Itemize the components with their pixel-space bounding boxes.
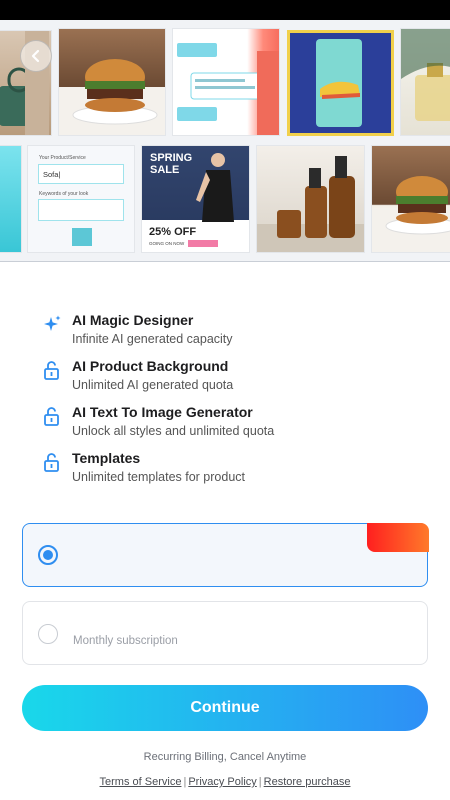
sale-cta-shape <box>188 240 218 247</box>
perfume-image <box>401 29 450 121</box>
footer-links: Terms of Service | Privacy Policy | Restore … <box>0 776 450 788</box>
privacy-link[interactable]: Privacy Policy <box>188 776 256 788</box>
model-figure <box>196 153 234 222</box>
continue-button[interactable]: Continue <box>22 685 428 731</box>
plan-option-monthly[interactable]: Monthly subscription <box>22 601 428 665</box>
template-tile-chat[interactable] <box>172 28 280 136</box>
template-tile-shoe-promo[interactable] <box>287 30 394 136</box>
template-tile-spring-sale[interactable]: SPRING SALE 25% OFF GOING ON NOW <box>141 145 250 253</box>
template-tile-amber-bottles[interactable] <box>256 145 365 253</box>
template-tile-burger-2[interactable] <box>371 145 450 253</box>
link-separator: | <box>258 776 262 788</box>
form-keywords-input <box>38 199 124 221</box>
feature-subtitle: Unlimited AI generated quota <box>72 378 234 392</box>
feature-item: AI Magic Designer Infinite AI generated … <box>42 312 422 354</box>
sale-discount: 25% OFF <box>149 226 197 238</box>
sparkle-icon <box>44 315 61 331</box>
form-upload-icon <box>72 228 92 246</box>
burger-image <box>59 59 165 135</box>
template-gallery[interactable]: Your Product/Service Sofa| Keywords of y… <box>0 20 450 262</box>
plan-badge <box>366 522 429 552</box>
sale-line2: SALE <box>150 164 180 176</box>
chat-image <box>177 43 279 135</box>
status-bar <box>0 0 450 20</box>
radio-selected[interactable] <box>38 545 58 565</box>
billing-note: Recurring Billing, Cancel Anytime <box>143 751 307 763</box>
plan-monthly-label: Monthly subscription <box>73 635 178 647</box>
feature-title: AI Magic Designer <box>72 312 194 328</box>
sale-tagline: GOING ON NOW <box>149 241 185 246</box>
feature-title: AI Text To Image Generator <box>72 404 253 420</box>
amber-bottles-image <box>257 156 364 252</box>
radio-unselected[interactable] <box>38 624 58 644</box>
template-tile-perfume[interactable] <box>400 28 450 136</box>
unlock-icon <box>44 407 59 426</box>
unlock-icon <box>44 361 59 380</box>
plan-option-selected[interactable] <box>22 522 429 587</box>
feature-item: AI Text To Image Generator Unlock all st… <box>42 404 422 446</box>
terms-link[interactable]: Terms of Service <box>100 776 182 788</box>
unlock-icon <box>44 453 59 472</box>
feature-item: Templates Unlimited templates for produc… <box>42 450 422 492</box>
feature-subtitle: Unlock all styles and unlimited quota <box>72 424 275 438</box>
template-tile-cyan[interactable] <box>0 145 22 253</box>
link-separator: | <box>183 776 187 788</box>
feature-title: AI Product Background <box>72 358 229 374</box>
form-value-product: Sofa| <box>38 164 124 184</box>
chevron-left-icon <box>31 49 40 63</box>
feature-title: Templates <box>72 450 141 466</box>
feature-item: AI Product Background Unlimited AI gener… <box>42 358 422 400</box>
feature-subtitle: Unlimited templates for product <box>72 470 245 484</box>
form-label-keywords: Keywords of your look <box>39 191 89 197</box>
shoe-promo-image <box>316 39 362 127</box>
burger-image-2 <box>372 176 450 252</box>
template-tile-form[interactable]: Your Product/Service Sofa| Keywords of y… <box>27 145 135 253</box>
back-button[interactable] <box>20 40 52 72</box>
template-tile-burger[interactable] <box>58 28 166 136</box>
feature-subtitle: Infinite AI generated capacity <box>72 332 233 346</box>
sale-line1: SPRING <box>150 152 193 164</box>
restore-link[interactable]: Restore purchase <box>264 776 351 788</box>
form-label-product: Your Product/Service <box>39 155 86 161</box>
